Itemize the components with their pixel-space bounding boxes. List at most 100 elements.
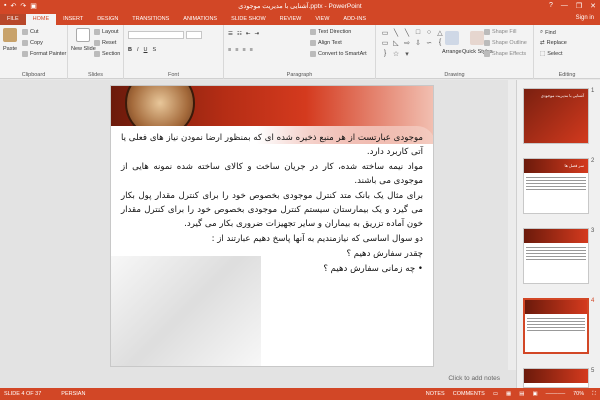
tab-file[interactable]: FILE bbox=[0, 14, 26, 25]
star-shape-icon[interactable]: ☆ bbox=[391, 50, 401, 59]
vertical-scrollbar[interactable] bbox=[508, 80, 516, 370]
triangle-shape-icon[interactable]: ◺ bbox=[391, 39, 401, 48]
replace-icon: ⇄ bbox=[540, 40, 545, 46]
arrange-button[interactable]: Arrange bbox=[442, 31, 462, 55]
slide-sorter-icon[interactable]: ▦ bbox=[506, 391, 511, 397]
title-bar: ▪ ↶ ↷ ▣ آشنایی با مدیریت موجودی.pptx - P… bbox=[0, 0, 600, 12]
italic-icon[interactable]: I bbox=[137, 47, 139, 53]
fit-slide-icon[interactable]: ⛶ bbox=[592, 391, 596, 398]
shape-outline-button[interactable]: Shape Outline bbox=[484, 40, 527, 46]
tab-insert[interactable]: INSERT bbox=[56, 14, 90, 25]
zoom-level[interactable]: 70% bbox=[573, 391, 584, 397]
text-direction-button[interactable]: Text Direction bbox=[310, 29, 351, 35]
align-right-icon[interactable]: ≡ bbox=[242, 47, 245, 53]
font-name-combo[interactable] bbox=[128, 31, 184, 39]
slide-thumbnail[interactable] bbox=[523, 228, 589, 284]
language-indicator[interactable]: PERSIAN bbox=[41, 391, 85, 397]
slide-thumbnail[interactable]: آشنایی با مدیریت موجودی bbox=[523, 88, 589, 144]
restore-button[interactable]: ❐ bbox=[576, 2, 582, 10]
notes-button[interactable]: NOTES bbox=[426, 391, 445, 397]
editing-group: ⌕ Find ⇄ Replace ⬚ Select Editing bbox=[534, 25, 600, 79]
align-left-icon[interactable]: ≡ bbox=[228, 47, 231, 53]
slide-editing-area: موجودی عبارتست از هر منبع ذخیره شده ای ک… bbox=[0, 80, 516, 388]
tab-add-ins[interactable]: ADD-INS bbox=[336, 14, 373, 25]
normal-view-icon[interactable]: ▭ bbox=[493, 391, 498, 397]
slide-body-text[interactable]: موجودی عبارتست از هر منبع ذخیره شده ای ک… bbox=[121, 131, 423, 277]
section-button[interactable]: Section bbox=[94, 51, 120, 57]
notes-placeholder[interactable]: Click to add notes bbox=[0, 370, 516, 388]
slide-thumbnail[interactable] bbox=[523, 368, 589, 388]
shape-effects-button[interactable]: Shape Effects bbox=[484, 51, 526, 57]
reading-view-icon[interactable]: ▤ bbox=[519, 391, 524, 397]
new-slide-button[interactable]: New Slide bbox=[71, 28, 96, 52]
square-shape-icon[interactable]: □ bbox=[413, 29, 423, 38]
font-size-combo[interactable] bbox=[186, 31, 202, 39]
rectangle-shape-icon[interactable]: ▭ bbox=[380, 29, 390, 38]
thumbnail-image bbox=[524, 229, 588, 243]
bold-icon[interactable]: B bbox=[128, 47, 132, 53]
tab-review[interactable]: REVIEW bbox=[273, 14, 309, 25]
slide-thumbnail-selected[interactable] bbox=[523, 298, 589, 354]
convert-smartart-button[interactable]: Convert to SmartArt bbox=[310, 51, 367, 57]
decrease-indent-icon[interactable]: ⇤ bbox=[246, 31, 251, 37]
copy-button[interactable]: Copy bbox=[22, 40, 43, 46]
paragraph-label: Paragraph bbox=[286, 72, 313, 78]
reset-button[interactable]: Reset bbox=[94, 40, 116, 46]
numbering-icon[interactable]: ☷ bbox=[237, 31, 242, 37]
align-center-icon[interactable]: ≡ bbox=[235, 47, 238, 53]
more-shapes-icon[interactable]: ▾ bbox=[402, 50, 412, 59]
help-button[interactable]: ? bbox=[549, 2, 553, 10]
justify-icon[interactable]: ≡ bbox=[250, 47, 253, 53]
slide-number: 5 bbox=[591, 368, 595, 374]
curve-shape-icon[interactable]: ∽ bbox=[424, 39, 434, 48]
close-button[interactable]: ✕ bbox=[590, 2, 596, 10]
tab-animations[interactable]: ANIMATIONS bbox=[176, 14, 224, 25]
arrange-icon bbox=[444, 31, 459, 45]
zoom-slider[interactable]: ───── bbox=[546, 391, 565, 397]
increase-indent-icon[interactable]: ⇥ bbox=[254, 31, 259, 37]
slide-number: 1 bbox=[591, 88, 595, 94]
slide-number: 3 bbox=[591, 228, 595, 234]
shape-fill-button[interactable]: Shape Fill bbox=[484, 29, 516, 35]
drawing-label: Drawing bbox=[444, 72, 465, 78]
list-buttons: ☰ ☷ ⇤ ⇥ bbox=[228, 31, 259, 37]
thumbnail-image bbox=[524, 369, 588, 383]
current-slide[interactable]: موجودی عبارتست از هر منبع ذخیره شده ای ک… bbox=[110, 85, 434, 367]
slide-number: 4 bbox=[591, 298, 595, 304]
comments-button[interactable]: COMMENTS bbox=[453, 391, 485, 397]
tab-home[interactable]: HOME bbox=[25, 14, 57, 25]
oval-shape-icon[interactable]: ○ bbox=[424, 29, 434, 38]
tab-design[interactable]: DESIGN bbox=[90, 14, 125, 25]
select-button[interactable]: ⬚ Select bbox=[540, 51, 563, 57]
brace-shape-icon[interactable]: } bbox=[380, 50, 390, 59]
align-text-button[interactable]: Align Text bbox=[310, 40, 342, 46]
tab-view[interactable]: VIEW bbox=[308, 14, 336, 25]
tab-slide-show[interactable]: SLIDE SHOW bbox=[224, 14, 273, 25]
shapes-gallery[interactable]: ▭ ╲ ╲ □ ○ △ ▭ ◺ ⇨ ⇩ ∽ { } ☆ ▾ bbox=[380, 29, 443, 59]
format-painter-button[interactable]: Format Painter bbox=[22, 51, 66, 57]
minimize-button[interactable]: — bbox=[561, 2, 568, 10]
arrow-shape-icon[interactable]: ⇨ bbox=[402, 39, 412, 48]
thumbnail-title: آشنایی با مدیریت موجودی bbox=[540, 93, 584, 98]
slide-thumbnail[interactable]: سر فصل ها bbox=[523, 158, 589, 214]
tab-transitions[interactable]: TRANSITIONS bbox=[125, 14, 176, 25]
ribbon-tabs: FILE HOME INSERT DESIGN TRANSITIONS ANIM… bbox=[0, 12, 600, 25]
strikethrough-icon[interactable]: S bbox=[153, 47, 157, 53]
sign-in-link[interactable]: Sign in bbox=[576, 15, 594, 21]
slideshow-view-icon[interactable]: ▣ bbox=[532, 391, 537, 397]
thumbnail-text-lines bbox=[525, 314, 587, 335]
layout-button[interactable]: Layout bbox=[94, 29, 119, 35]
arrow-shape-icon[interactable]: ⇩ bbox=[413, 39, 423, 48]
find-button[interactable]: ⌕ Find bbox=[540, 29, 556, 36]
line-shape-icon[interactable]: ╲ bbox=[391, 29, 401, 38]
bullets-icon[interactable]: ☰ bbox=[228, 31, 233, 37]
rectangle-shape-icon[interactable]: ▭ bbox=[380, 39, 390, 48]
paste-button[interactable]: Paste bbox=[3, 28, 17, 52]
clipboard-group: Paste Cut Copy Format Painter Clipboard bbox=[0, 25, 68, 79]
smartart-icon bbox=[310, 51, 316, 57]
replace-button[interactable]: ⇄ Replace bbox=[540, 40, 567, 46]
cut-button[interactable]: Cut bbox=[22, 29, 39, 35]
underline-icon[interactable]: U bbox=[144, 47, 148, 53]
line-shape-icon[interactable]: ╲ bbox=[402, 29, 412, 38]
thumbnail-text-lines bbox=[524, 243, 588, 264]
